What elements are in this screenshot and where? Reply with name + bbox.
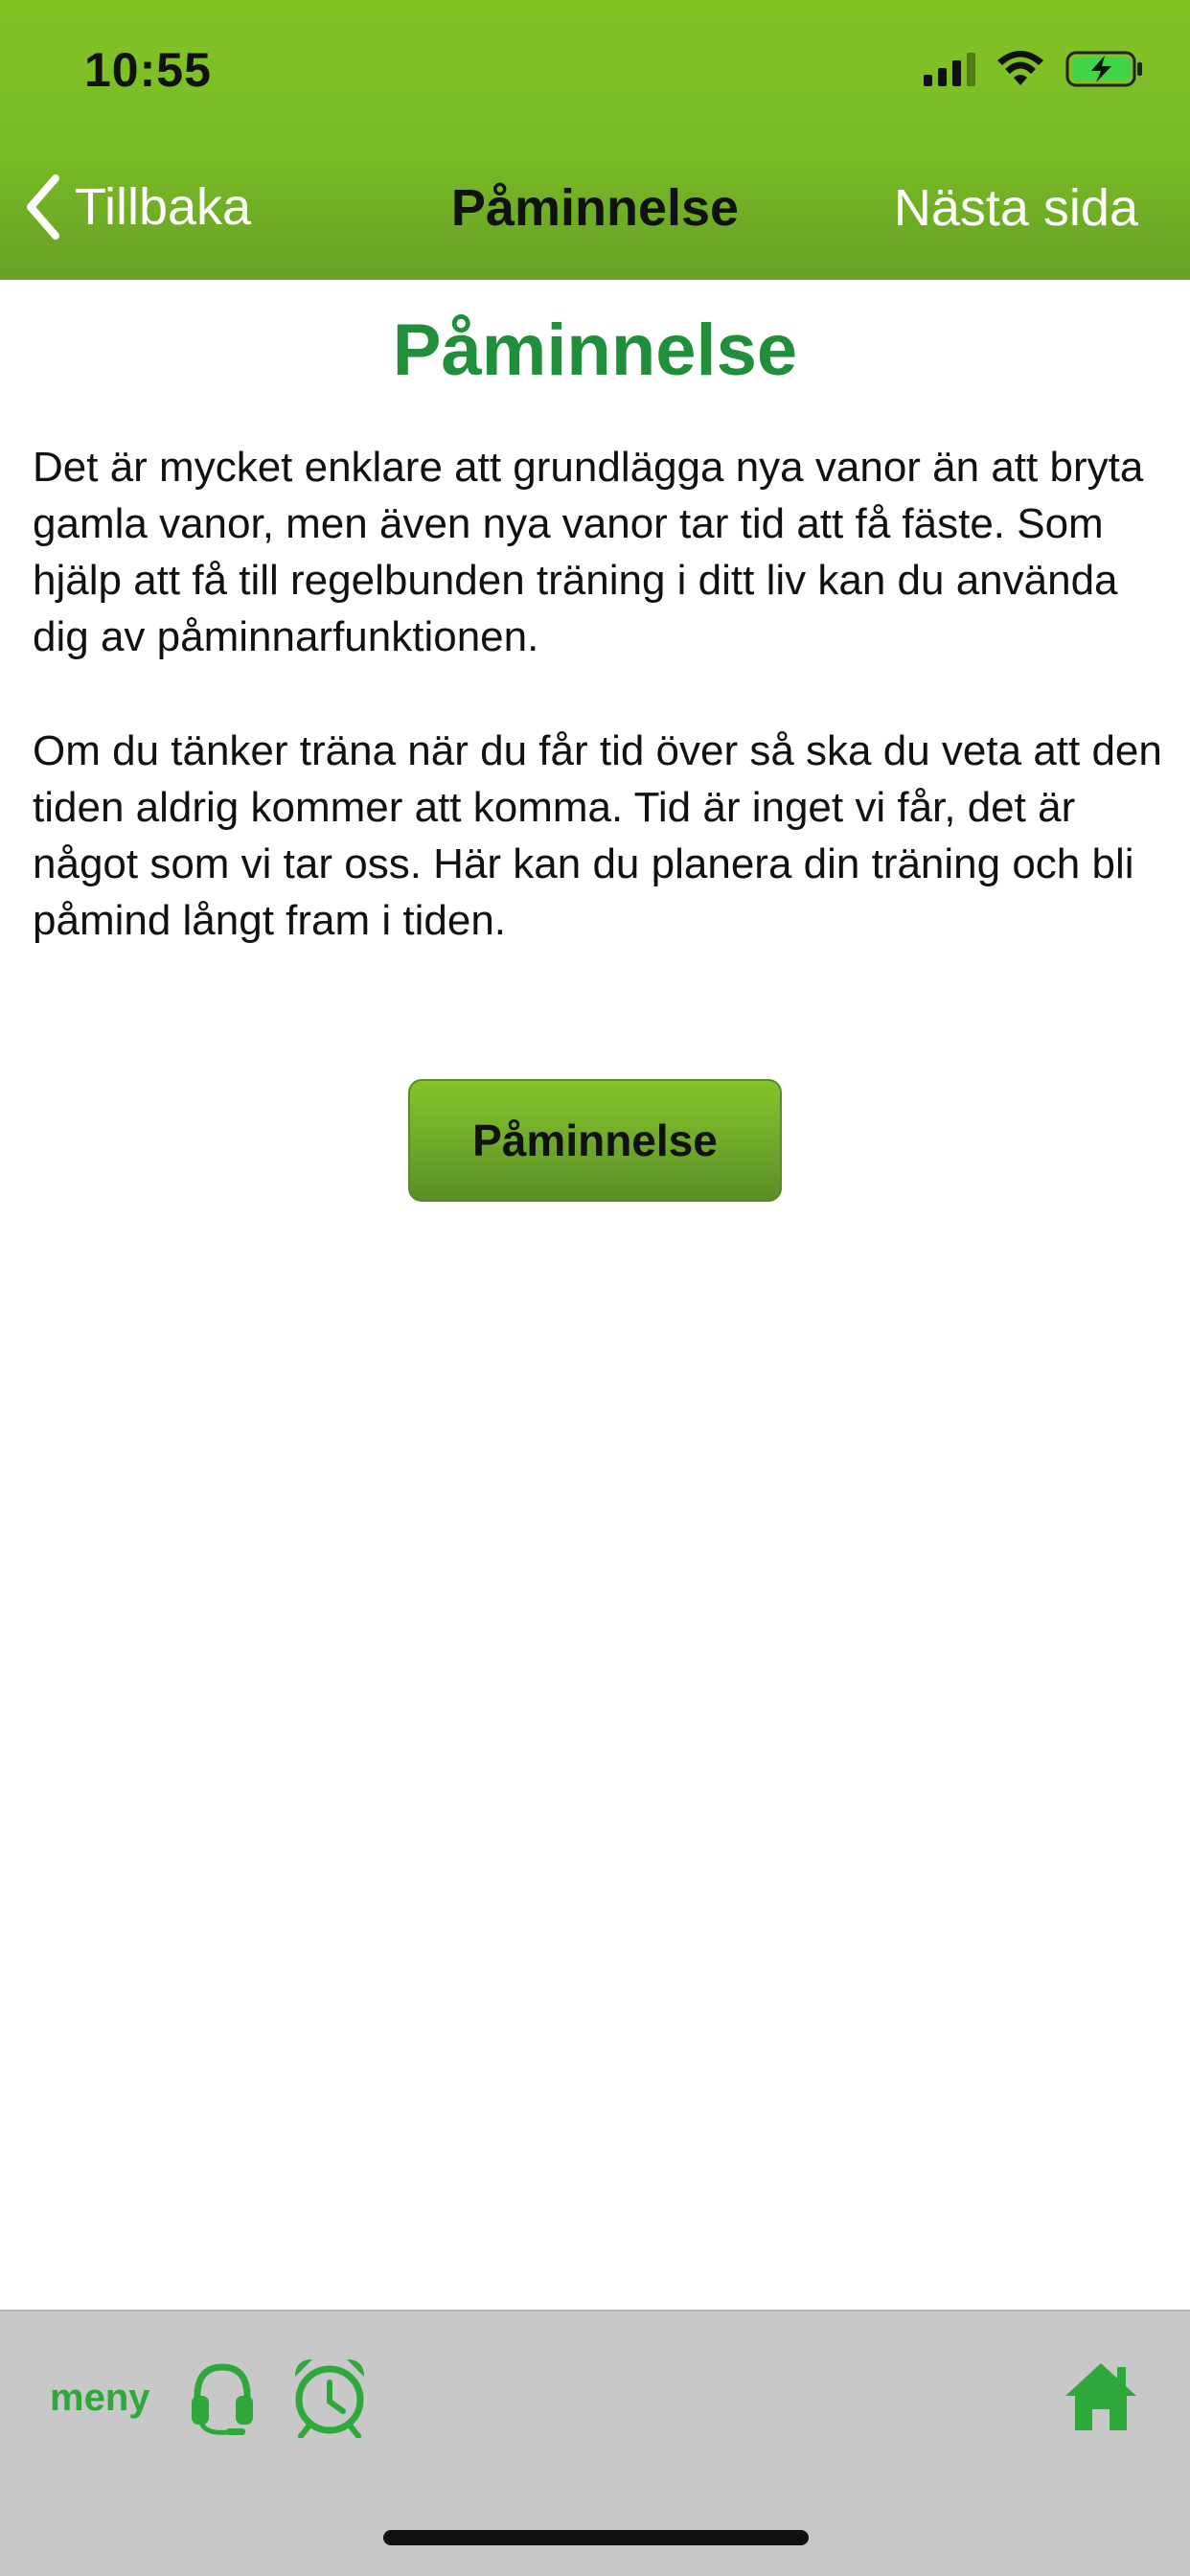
home-indicator[interactable] xyxy=(383,2530,809,2545)
menu-button[interactable]: meny xyxy=(50,2377,150,2420)
page-title: Påminnelse xyxy=(392,310,798,391)
headset-icon[interactable] xyxy=(186,2359,259,2436)
reminder-button[interactable]: Påminnelse xyxy=(408,1079,782,1202)
status-icons xyxy=(924,50,1144,88)
chevron-left-icon xyxy=(27,174,59,240)
back-button-label: Tillbaka xyxy=(75,178,252,236)
wifi-icon xyxy=(997,51,1043,85)
next-page-button[interactable]: Nästa sida xyxy=(894,178,1138,238)
status-time: 10:55 xyxy=(84,43,212,97)
home-icon[interactable] xyxy=(1064,2361,1138,2432)
reminder-screen: 10:55 Tillbaka Påminnelse Nästa sida Påm… xyxy=(0,0,1190,2576)
header-bar: 10:55 Tillbaka Påminnelse Nästa sida xyxy=(0,0,1190,280)
planning-paragraph: Om du tänker träna när du får tid över s… xyxy=(33,727,1162,944)
alarm-clock-icon[interactable] xyxy=(289,2356,370,2438)
battery-charging-icon xyxy=(1065,51,1142,87)
intro-paragraph: Det är mycket enklare att grundlägga nya… xyxy=(33,444,1144,660)
back-button[interactable]: Tillbaka xyxy=(25,174,251,240)
cellular-signal-icon xyxy=(924,52,975,86)
